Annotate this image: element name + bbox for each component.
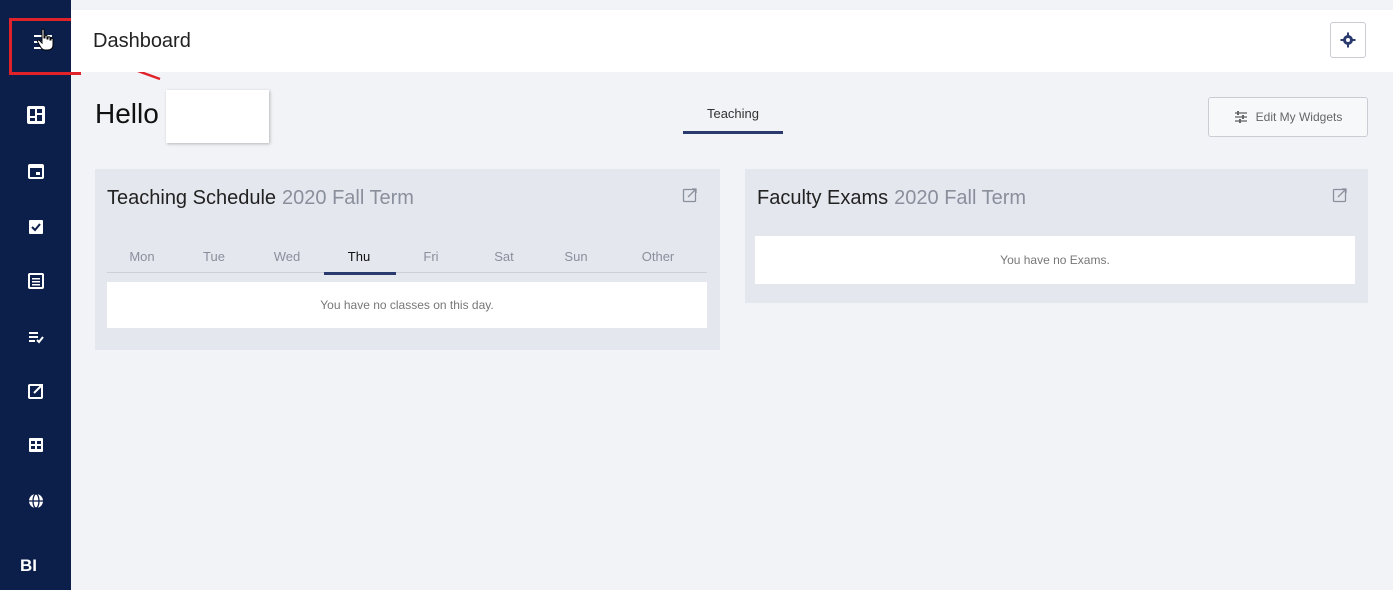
teaching-schedule-title: Teaching Schedule xyxy=(107,187,277,209)
faculty-exams-card: Faculty Exams 2020 Fall Term You have no … xyxy=(745,169,1368,303)
tab-teaching[interactable]: Teaching xyxy=(683,106,783,134)
sliders-icon xyxy=(1234,111,1247,123)
card-title: Faculty Exams 2020 Fall Term xyxy=(757,187,1026,210)
hand-cursor-icon xyxy=(36,28,54,51)
edit-widgets-button[interactable]: Edit My Widgets xyxy=(1208,97,1368,137)
tab-thu[interactable]: Thu xyxy=(324,249,396,275)
tab-mon[interactable]: Mon xyxy=(107,249,177,264)
no-classes-message: You have no classes on this day. xyxy=(107,282,707,328)
top-bar: Dashboard xyxy=(71,10,1393,72)
checklist-icon[interactable] xyxy=(25,326,47,348)
bi-label[interactable]: BI xyxy=(20,556,37,576)
day-tabs: Mon Tue Wed Thu Fri Sat Sun Other xyxy=(107,243,707,275)
teaching-schedule-term: 2020 Fall Term xyxy=(282,187,414,209)
faculty-exams-term: 2020 Fall Term xyxy=(894,187,1027,209)
greeting: Hello xyxy=(95,98,159,129)
user-name-redacted xyxy=(166,90,269,143)
tab-sun[interactable]: Sun xyxy=(541,249,611,264)
tab-teaching-label: Teaching xyxy=(706,106,760,121)
checkbox-icon[interactable] xyxy=(25,216,47,238)
page-title: Dashboard xyxy=(93,30,191,52)
table-icon[interactable] xyxy=(25,434,47,456)
no-exams-message: You have no Exams. xyxy=(755,236,1355,284)
external-link-icon[interactable] xyxy=(25,380,47,402)
teaching-schedule-card: Teaching Schedule 2020 Fall Term Mon Tue … xyxy=(95,169,720,350)
tab-active-indicator xyxy=(683,131,783,134)
tab-wed[interactable]: Wed xyxy=(252,249,322,264)
faculty-exams-title: Faculty Exams xyxy=(757,187,889,209)
settings-button[interactable] xyxy=(1330,22,1366,58)
calendar-icon[interactable] xyxy=(25,160,47,182)
globe-icon[interactable] xyxy=(25,490,47,512)
list-icon[interactable] xyxy=(25,270,47,292)
open-external-icon[interactable] xyxy=(682,187,698,203)
tab-tue[interactable]: Tue xyxy=(179,249,249,264)
sidebar: BI xyxy=(0,0,71,590)
gear-icon xyxy=(1340,32,1356,48)
open-external-icon[interactable] xyxy=(1332,187,1348,203)
tab-fri[interactable]: Fri xyxy=(396,249,466,264)
tab-sat[interactable]: Sat xyxy=(469,249,539,264)
edit-widgets-label: Edit My Widgets xyxy=(1255,110,1343,124)
card-title: Teaching Schedule 2020 Fall Term xyxy=(107,187,414,210)
tab-other[interactable]: Other xyxy=(623,249,693,264)
dashboard-icon[interactable] xyxy=(25,104,47,126)
